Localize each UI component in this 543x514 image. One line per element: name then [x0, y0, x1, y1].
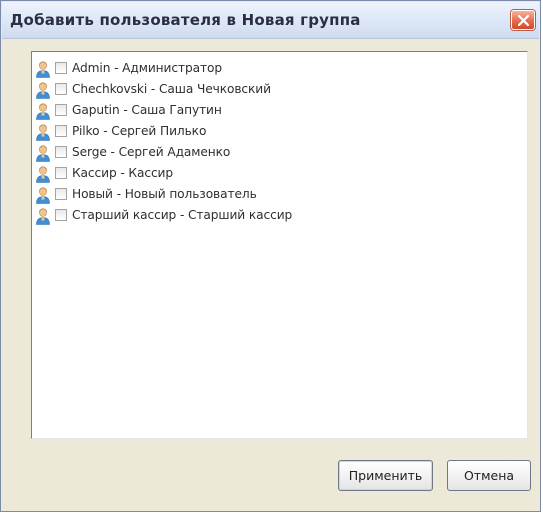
user-icon [35, 82, 51, 99]
list-item[interactable]: Chechkovski - Саша Чечковский [35, 80, 495, 100]
user-checkbox[interactable] [55, 125, 67, 137]
user-icon [35, 145, 51, 162]
user-label: Pilko - Сергей Пилько [72, 124, 207, 138]
user-icon [35, 208, 51, 225]
user-icon [35, 187, 51, 204]
apply-button[interactable]: Применить [338, 460, 433, 491]
list-item[interactable]: Pilko - Сергей Пилько [35, 122, 495, 142]
list-item[interactable]: Старший кассир - Старший кассир [35, 206, 495, 226]
dialog-window: Добавить пользователя в Новая группа Adm… [0, 0, 541, 512]
user-icon [35, 166, 51, 183]
list-item[interactable]: Serge - Сергей Адаменко [35, 143, 495, 163]
cancel-button[interactable]: Отмена [447, 460, 531, 491]
list-item[interactable]: Admin - Администратор [35, 59, 495, 79]
user-list[interactable]: Admin - Администратор Chechkovski - Саша … [31, 51, 528, 439]
user-icon [35, 61, 51, 78]
close-button[interactable] [511, 10, 535, 30]
dialog-title: Добавить пользователя в Новая группа [10, 11, 361, 29]
user-checkbox[interactable] [55, 83, 67, 95]
user-icon [35, 124, 51, 141]
user-checkbox[interactable] [55, 209, 67, 221]
close-icon [518, 15, 529, 26]
user-icon [35, 103, 51, 120]
user-checkbox[interactable] [55, 188, 67, 200]
user-label: Serge - Сергей Адаменко [72, 145, 231, 159]
user-checkbox[interactable] [55, 62, 67, 74]
user-label: Admin - Администратор [72, 61, 222, 75]
user-checkbox[interactable] [55, 104, 67, 116]
user-label: Gaputin - Саша Гапутин [72, 103, 222, 117]
list-item[interactable]: Новый - Новый пользователь [35, 185, 495, 205]
user-label: Новый - Новый пользователь [72, 187, 257, 201]
title-bar[interactable]: Добавить пользователя в Новая группа [2, 2, 539, 39]
list-item[interactable]: Кассир - Кассир [35, 164, 495, 184]
user-checkbox[interactable] [55, 167, 67, 179]
user-checkbox[interactable] [55, 146, 67, 158]
user-label: Кассир - Кассир [72, 166, 174, 180]
user-label: Chechkovski - Саша Чечковский [72, 82, 271, 96]
list-item[interactable]: Gaputin - Саша Гапутин [35, 101, 495, 121]
user-label: Старший кассир - Старший кассир [72, 208, 293, 222]
